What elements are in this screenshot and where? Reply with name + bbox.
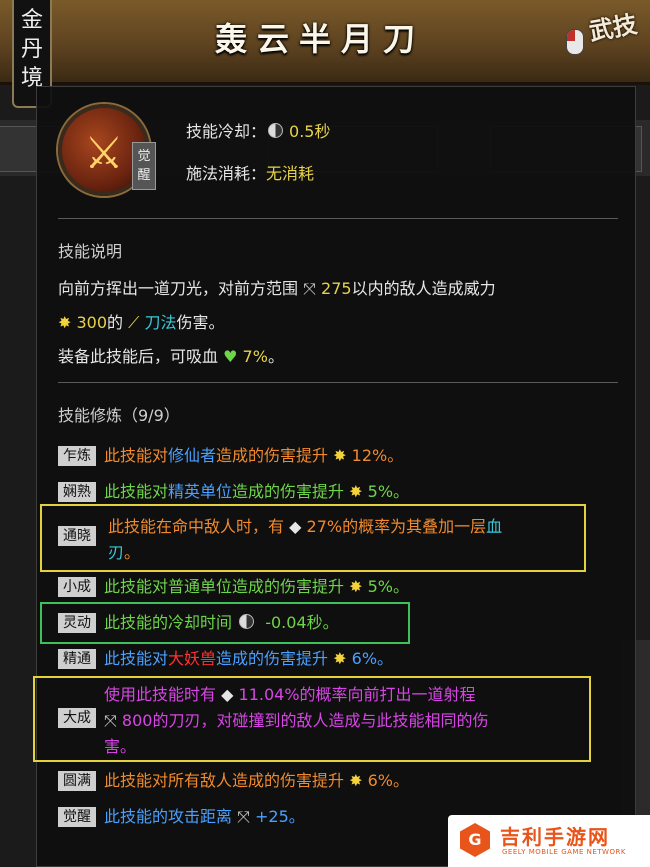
power-icon: ✸ <box>333 446 347 465</box>
stage-badge: 大成 <box>58 708 96 728</box>
range-icon: ⤧ <box>237 807 250 826</box>
chance-icon: ◆ <box>289 517 302 536</box>
watermark: G 吉利手游网 GEELY MOBILE GAME NETWORK <box>448 815 650 867</box>
cooldown-icon <box>239 614 255 629</box>
blade-icon: ⟋ <box>128 313 140 332</box>
divider <box>58 382 618 383</box>
mouse-icon <box>566 29 584 55</box>
power-icon: ✸ <box>58 313 72 332</box>
stage-badge: 娴熟 <box>58 482 96 502</box>
title-banner: 轰云半月刀 <box>0 0 650 85</box>
lifesteal-icon: ♥ <box>223 347 238 366</box>
power-value: 300 <box>76 313 108 332</box>
watermark-logo-icon: G <box>460 823 490 857</box>
divider <box>58 218 618 219</box>
stage-badge: 灵动 <box>58 613 96 633</box>
stage-badge: 精通 <box>58 649 96 669</box>
description-line: 向前方挥出一道刀光，对前方范围 ⤧ 275以内的敌人造成威力 <box>58 279 496 298</box>
training-title: 技能修炼（9/9） <box>58 406 180 425</box>
cooldown-label: 技能冷却： <box>186 122 267 141</box>
range-icon: ⤧ <box>303 279 316 298</box>
martial-skill-label[interactable]: 武技 <box>587 9 650 78</box>
stage-badge: 乍炼 <box>58 446 96 466</box>
awaken-badge: 觉醒 <box>132 142 156 190</box>
power-icon: ✸ <box>349 482 363 501</box>
damage-type: 刀法 <box>144 313 177 332</box>
training-row: 大成 使用此技能时有 ◆ 11.04%的概率向前打出一道射程 ⤧ 800的刀刃，… <box>58 682 586 760</box>
chance-icon: ◆ <box>221 685 234 704</box>
skill-title: 轰云半月刀 <box>214 20 425 58</box>
range-icon: ⤧ <box>104 711 117 730</box>
stage-badge: 圆满 <box>58 771 96 791</box>
cooldown-value: 0.5秒 <box>289 122 331 141</box>
stage-badge: 小成 <box>58 577 96 597</box>
lifesteal-value: 7% <box>242 347 268 366</box>
training-row: 通晓 此技能在命中敌人时，有 ◆ 27%的概率为其叠加一层血 刃。 <box>58 514 578 566</box>
watermark-name: 吉利手游网 <box>500 825 610 849</box>
stage-badge: 通晓 <box>58 526 96 546</box>
power-icon: ✸ <box>349 577 363 596</box>
range-value: 275 <box>321 279 352 298</box>
description-line: 装备此技能后，可吸血 ♥ 7%。 <box>58 347 284 366</box>
training-row: 圆满 此技能对所有敌人造成的伤害提升 ✸ 6%。 <box>58 768 618 794</box>
cost-row: 施法消耗：无消耗 <box>186 160 314 184</box>
stage-badge: 觉醒 <box>58 807 96 827</box>
power-icon: ✸ <box>333 649 347 668</box>
description-title: 技能说明 <box>58 242 123 261</box>
cost-label: 施法消耗： <box>186 164 267 183</box>
training-row: 小成 此技能对普通单位造成的伤害提升 ✸ 5%。 <box>58 574 618 600</box>
training-row: 精通 此技能对大妖兽造成的伤害提升 ✸ 6%。 <box>58 646 618 672</box>
training-row: 乍炼 此技能对修仙者造成的伤害提升 ✸ 12%。 <box>58 443 618 469</box>
cost-value: 无消耗 <box>266 164 315 183</box>
description-text: 向前方挥出一道刀光，对前方范围 ⤧ 275以内的敌人造成威力 ✸ 300的 ⟋ … <box>58 272 618 374</box>
cooldown-row: 技能冷却： 0.5秒 <box>186 118 330 142</box>
watermark-subtitle: GEELY MOBILE GAME NETWORK <box>502 848 626 856</box>
description-line: ✸ 300的 ⟋ 刀法伤害。 <box>58 313 225 332</box>
power-icon: ✸ <box>349 771 363 790</box>
training-row: 灵动 此技能的冷却时间 -0.04秒。 <box>58 610 618 636</box>
cooldown-icon <box>268 123 284 138</box>
training-row: 娴熟 此技能对精英单位造成的伤害提升 ✸ 5%。 <box>58 479 618 505</box>
